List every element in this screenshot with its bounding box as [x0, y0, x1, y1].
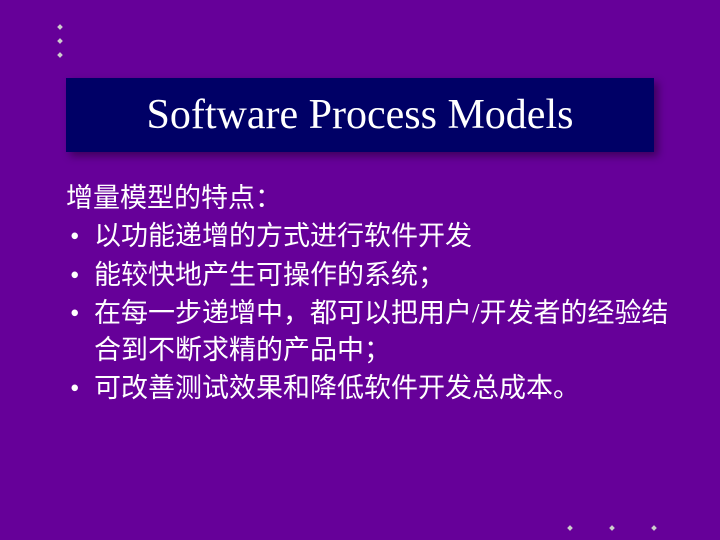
- dot-icon: [57, 52, 63, 58]
- dot-icon: [567, 525, 573, 531]
- slide-title: Software Process Models: [147, 91, 574, 139]
- dot-icon: [609, 525, 615, 531]
- content-area: 增量模型的特点： 以功能递增的方式进行软件开发 能较快地产生可操作的系统； 在每…: [66, 180, 670, 409]
- title-bar: Software Process Models: [66, 78, 654, 152]
- dot-icon: [651, 525, 657, 531]
- list-item: 在每一步递增中，都可以把用户/开发者的经验结合到不断求精的产品中；: [66, 295, 670, 368]
- content-heading: 增量模型的特点：: [66, 180, 670, 216]
- decorative-dots-top: [58, 25, 62, 57]
- list-item: 可改善测试效果和降低软件开发总成本。: [66, 370, 670, 406]
- dot-icon: [57, 24, 63, 30]
- bullet-list: 以功能递增的方式进行软件开发 能较快地产生可操作的系统； 在每一步递增中，都可以…: [66, 218, 670, 406]
- list-item: 能较快地产生可操作的系统；: [66, 257, 670, 293]
- dot-icon: [57, 38, 63, 44]
- decorative-dots-bottom: [568, 526, 656, 530]
- list-item: 以功能递增的方式进行软件开发: [66, 218, 670, 254]
